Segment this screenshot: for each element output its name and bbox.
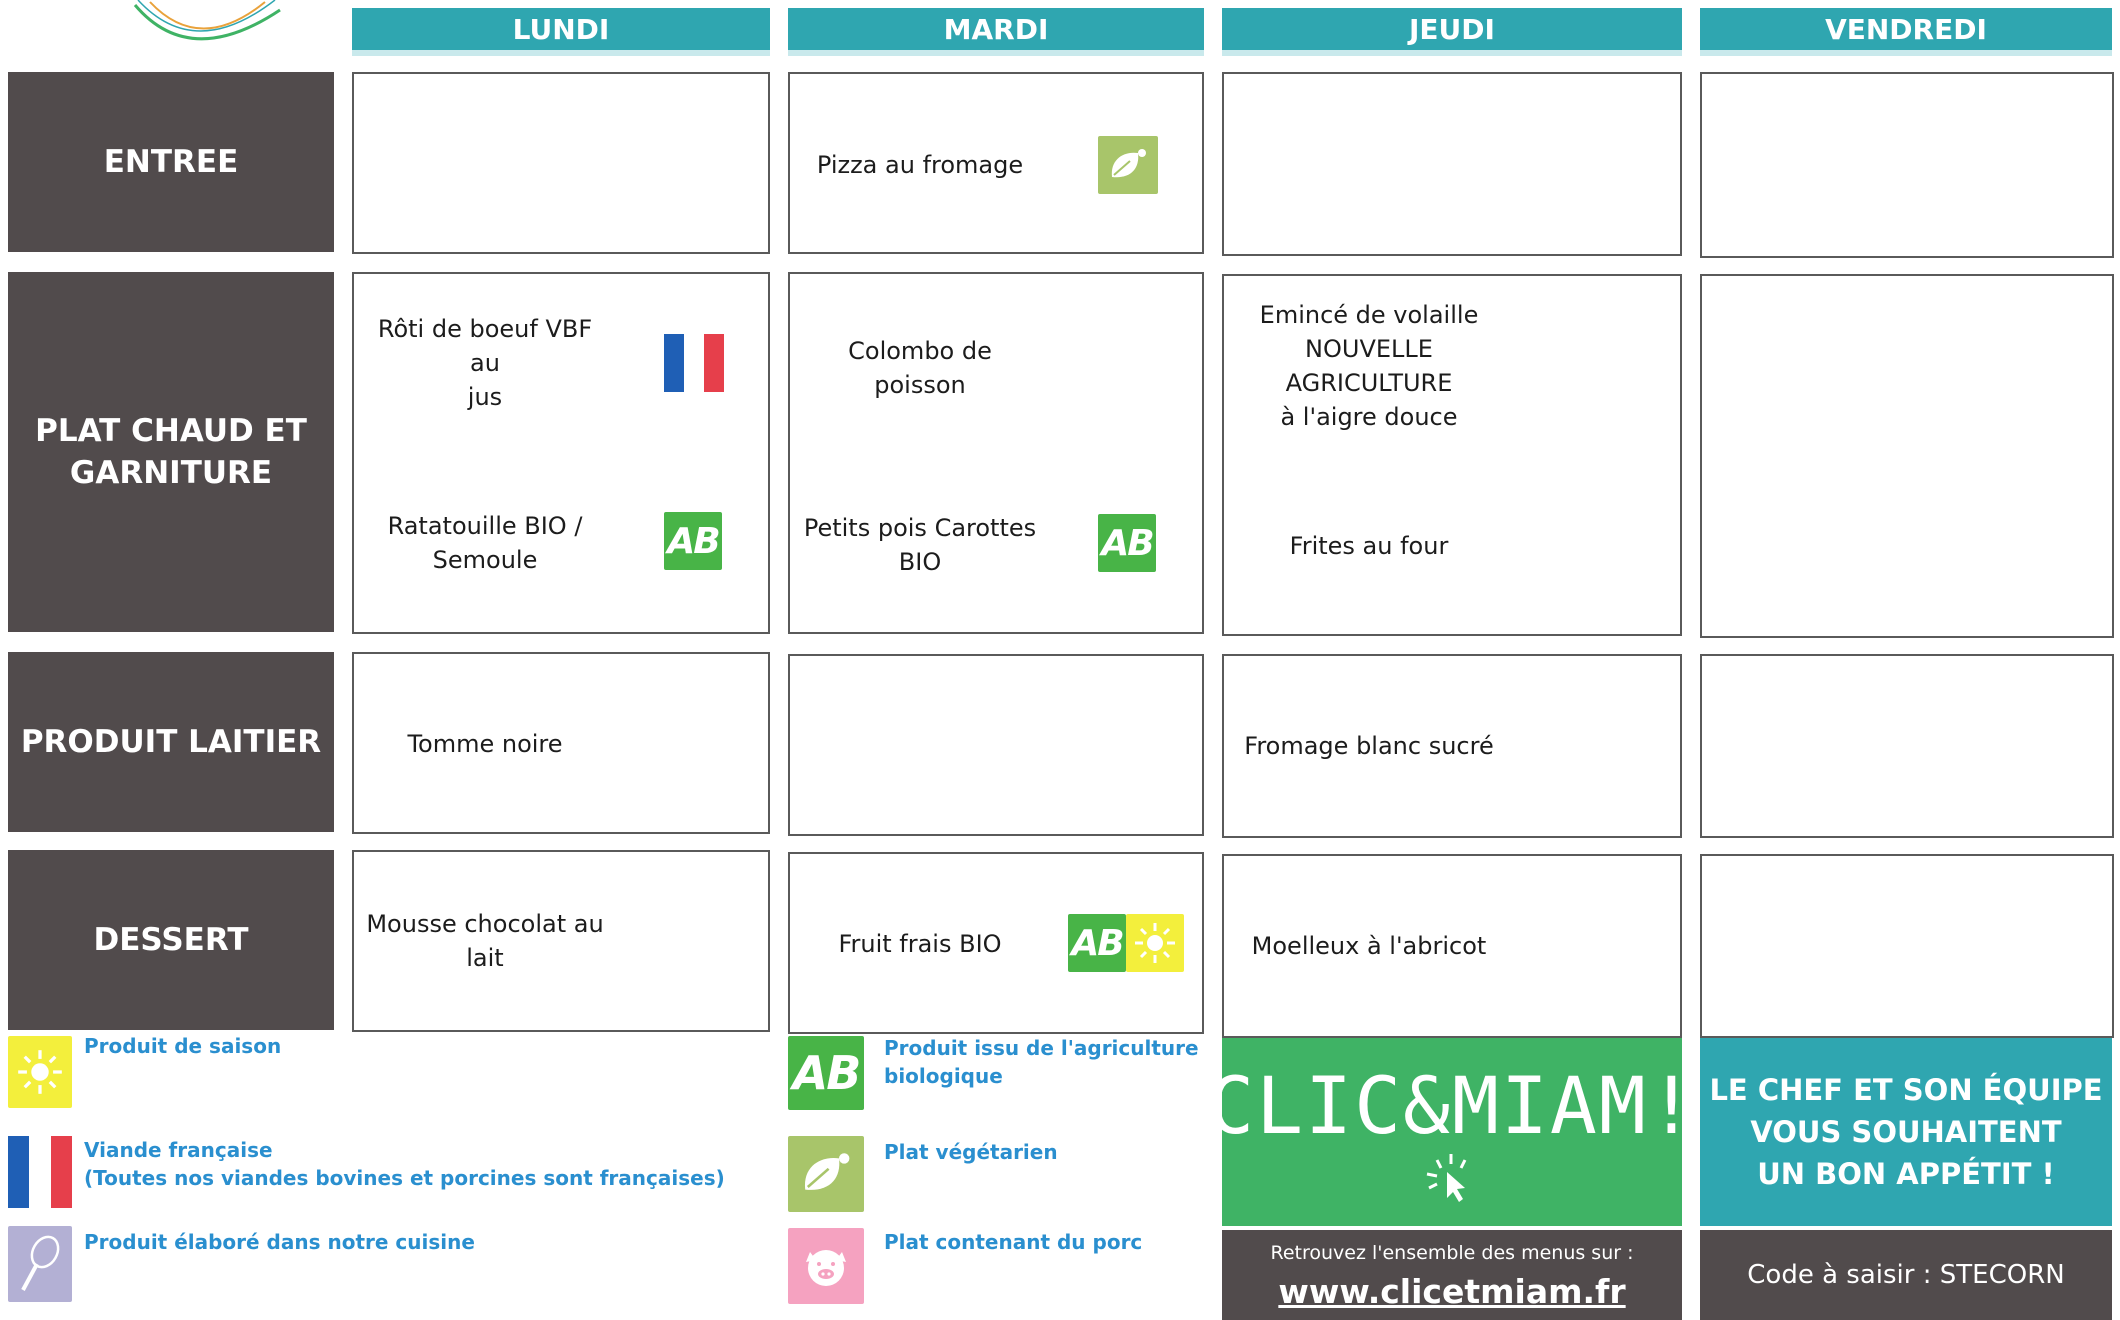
french-flag-icon (664, 334, 724, 392)
dish-lundi-plat-1: Rôti de boeuf VBF au jus (377, 315, 593, 411)
leaf-icon (788, 1136, 864, 1212)
legend-cuisine: Produit élaboré dans notre cuisine (84, 1230, 475, 1254)
cell-jeudi-entree (1222, 72, 1682, 256)
row-header-plat: PLAT CHAUD ET GARNITURE (8, 272, 334, 632)
cell-vendredi-plat (1700, 274, 2114, 638)
chef-message: LE CHEF ET SON ÉQUIPE VOUS SOUHAITENT UN B… (1700, 1038, 2112, 1226)
leaf-icon (1098, 136, 1158, 194)
french-flag-icon (8, 1136, 72, 1208)
pig-icon (788, 1228, 864, 1304)
dish-jeudi-plat-2: Frites au four (1289, 532, 1449, 560)
legend-porc: Plat contenant du porc (884, 1230, 1143, 1254)
dish-lundi-dessert: Mousse chocolat au lait (366, 910, 604, 972)
code-box: Code à saisir : STECORN (1700, 1230, 2112, 1320)
dish-jeudi-dessert: Moelleux à l'abricot (1251, 932, 1487, 960)
legend-viande: Viande française (Toutes nos viandes bovi… (84, 1138, 725, 1190)
day-header-lundi: LUNDI (352, 8, 770, 56)
cursor-icon (1426, 1154, 1467, 1202)
dish-mardi-plat-1: Colombo de poisson (848, 337, 992, 399)
legend-saison: Produit de saison (84, 1034, 282, 1058)
dish-jeudi-laitier: Fromage blanc sucré (1244, 732, 1494, 760)
row-header-dessert: DESSERT (8, 850, 334, 1030)
dish-mardi-dessert: Fruit frais BIO (838, 930, 1002, 958)
day-header-vendredi: VENDREDI (1700, 8, 2112, 56)
cell-vendredi-entree (1700, 72, 2114, 258)
whisk-icon (8, 1226, 72, 1302)
bio-ab-icon: AB (1068, 914, 1126, 972)
bio-ab-icon: AB (664, 512, 722, 570)
bio-ab-icon: AB (1098, 514, 1156, 572)
dish-mardi-plat-2: Petits pois Carottes BIO (803, 514, 1037, 576)
dish-jeudi-plat-1: Emincé de volaille NOUVELLE AGRICULTURE à … (1259, 301, 1479, 431)
site-box: Retrouvez l'ensemble des menus sur : www… (1222, 1230, 1682, 1320)
dish-mardi-entree: Pizza au fromage (816, 151, 1024, 179)
legend-vege: Plat végétarien (884, 1140, 1058, 1164)
sun-icon (1126, 914, 1184, 972)
bio-ab-icon: AB (788, 1036, 864, 1110)
site-link[interactable]: www.clicetmiam.fr (1222, 1272, 1682, 1311)
logo-fragment (133, 0, 281, 41)
cell-mardi-laitier (788, 654, 1204, 836)
day-header-mardi: MARDI (788, 8, 1204, 56)
row-header-entree: ENTREE (8, 72, 334, 252)
clicetmiam-logo: CLIC&MIAM! (1207, 1038, 1695, 1226)
row-header-laitier: PRODUIT LAITIER (8, 652, 334, 832)
legend-bio: Produit issu de l'agriculture biologique (884, 1036, 1199, 1088)
dish-lundi-plat-2: Ratatouille BIO / Semoule (387, 512, 583, 574)
day-header-jeudi: JEUDI (1222, 8, 1682, 56)
cell-vendredi-laitier (1700, 654, 2114, 838)
dish-lundi-laitier: Tomme noire (407, 730, 563, 758)
cell-lundi-entree (352, 72, 770, 254)
cell-vendredi-dessert (1700, 854, 2114, 1038)
sun-icon (8, 1036, 72, 1108)
